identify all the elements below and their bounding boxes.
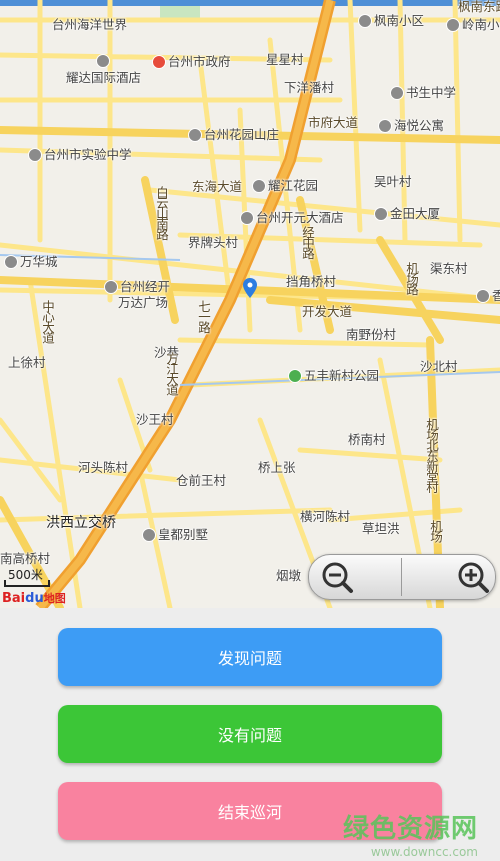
location-pin-icon[interactable]: [243, 278, 257, 298]
map-label: 仓前王村: [176, 473, 227, 488]
poi-icon: [104, 279, 118, 294]
map-label: 星星村: [266, 52, 304, 67]
map-label: 香: [476, 288, 500, 304]
map-label: 上徐村: [8, 355, 46, 370]
map-label: 耀达国际酒店: [66, 70, 142, 85]
poi-icon: [4, 254, 18, 269]
map-label: 横河陈村: [300, 509, 351, 524]
poi-icon: [142, 527, 156, 542]
poi-icon: [390, 85, 404, 100]
map-label: 下洋潘村: [284, 80, 335, 95]
map-label: 书生中学: [390, 85, 456, 101]
zoom-out-button[interactable]: [309, 555, 401, 599]
map-label: 台州市政府: [152, 54, 231, 70]
watermark: 绿色资源网 www.downcc.com: [343, 808, 478, 859]
map-label: 台州开元大酒店: [240, 210, 344, 226]
find-problem-button[interactable]: 发现问题: [58, 628, 442, 686]
map-label: 烟墩: [276, 568, 302, 583]
map-label: 耀江花园: [252, 178, 318, 194]
map-label: 沙王村: [136, 412, 174, 427]
watermark-title: 绿色资源网: [342, 814, 478, 844]
map-label: 挡角桥村: [286, 274, 337, 289]
map-label: 机场北东新堂村: [424, 418, 439, 492]
map-label: 台州经开: [104, 279, 170, 295]
scale-bar: [4, 580, 50, 587]
map-label: 金田大厦: [374, 206, 440, 222]
gov-icon: [152, 54, 166, 69]
poi-icon: [358, 13, 372, 28]
poi-icon: [374, 206, 388, 221]
map-label: 界牌头村: [188, 235, 239, 250]
map-label: 桥上张: [258, 460, 296, 475]
no-problem-button[interactable]: 没有问题: [58, 705, 442, 763]
map-label: 开发大道: [302, 304, 353, 319]
map-label: 机场: [428, 520, 443, 541]
poi-icon: [96, 53, 110, 68]
map-label: 中心大道: [40, 300, 55, 342]
map-label: 经中路: [300, 226, 315, 258]
map-label: 台州市实验中学: [28, 147, 132, 163]
zoom-in-icon: [458, 562, 489, 593]
map-label: 渠东村: [430, 261, 468, 276]
map-label: [96, 53, 112, 69]
map-label: 七一路: [196, 300, 211, 332]
map-label: 市府大道: [308, 115, 359, 130]
map-label: 万华城: [4, 254, 58, 270]
map-view[interactable]: 台州海洋世界 枫南小区 岭南小 枫南东路 耀达国际酒店 台州市政府 星星村 下洋…: [0, 0, 500, 608]
map-label: 桥南村: [348, 432, 386, 447]
map-label: 海悦公寓: [378, 118, 444, 134]
baidu-map-logo: Baidu地图: [2, 591, 66, 606]
map-label: 台州花园山庄: [188, 127, 279, 143]
zoom-out-icon: [322, 562, 353, 593]
map-label: 枫南东路: [458, 0, 500, 14]
map-label: 东海大道: [192, 179, 243, 194]
map-label: 南高桥村: [0, 551, 51, 566]
map-label: 吴叶村: [374, 174, 412, 189]
watermark-url: www.downcc.com: [370, 845, 478, 859]
map-label: 河头陈村: [78, 460, 129, 475]
poi-icon: [240, 210, 254, 225]
map-label: 台州海洋世界: [52, 17, 128, 32]
map-label: 五丰新村公园: [288, 368, 379, 384]
poi-icon: [28, 147, 42, 162]
map-label: 方江大道: [164, 352, 179, 394]
map-label: 机场路: [404, 262, 419, 294]
map-label: 枫南小区: [358, 13, 424, 29]
map-label: 南野份村: [346, 327, 397, 342]
map-label: 草坦洪: [362, 521, 400, 536]
zoom-in-button[interactable]: [403, 555, 495, 599]
poi-icon: [378, 118, 392, 133]
map-label: 白云山南路: [154, 186, 169, 239]
poi-icon: [476, 288, 490, 303]
map-label: 洪西立交桥: [46, 515, 116, 531]
map-label: 皇都别墅: [142, 527, 208, 543]
zoom-control: [308, 554, 496, 600]
map-label: 万达广场: [118, 295, 169, 310]
map-label: 沙北村: [420, 359, 458, 374]
poi-icon: [188, 127, 202, 142]
poi-icon: [252, 178, 266, 193]
park-icon: [288, 368, 302, 383]
poi-icon: [446, 17, 460, 32]
zoom-divider: [401, 558, 402, 596]
map-label: 岭南小: [446, 17, 500, 33]
